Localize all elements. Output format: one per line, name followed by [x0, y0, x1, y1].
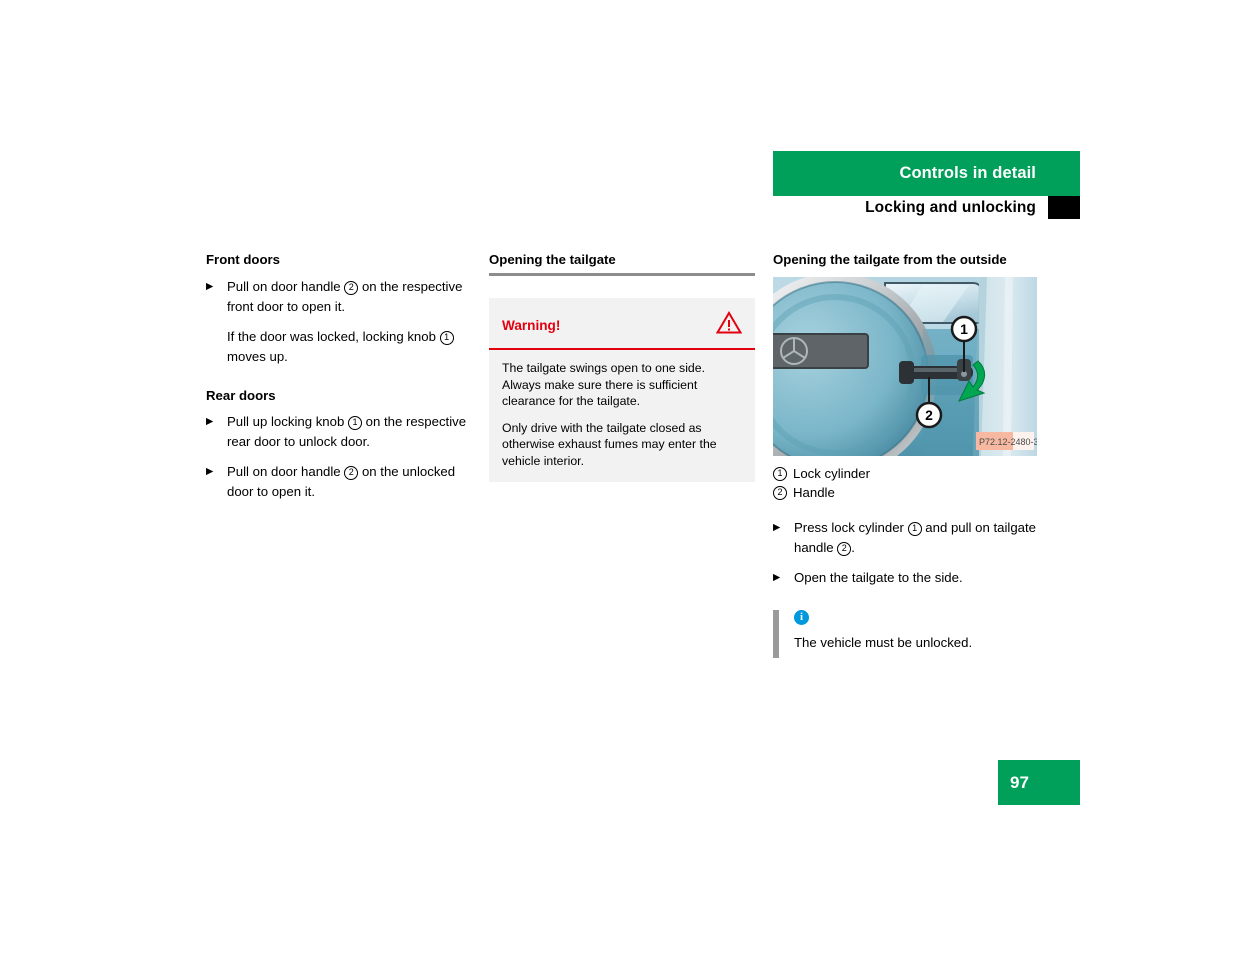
page-number-badge: 97 — [998, 760, 1080, 805]
warning-body: The tailgate swings open to one side. Al… — [489, 350, 755, 482]
header-title-bar: Controls in detail — [773, 151, 1080, 196]
opening-tailgate-heading: Opening the tailgate — [489, 252, 616, 267]
step-text: Pull up locking knob 1 on the respective… — [227, 414, 467, 449]
figure-image-id: P72.12-2480-31 — [979, 437, 1037, 447]
header-subtitle-bar: Locking and unlocking — [773, 196, 1080, 219]
figure-callout-2: 2 — [925, 407, 933, 423]
page-number: 97 — [1010, 772, 1029, 792]
list-item: ▶ Press lock cylinder 1 and pull on tail… — [773, 518, 1039, 557]
info-note-text: The vehicle must be unlocked. — [794, 634, 973, 650]
callout-number: 2 — [344, 281, 359, 295]
left-column: Front doors ▶ Pull on door handle 2 on t… — [206, 252, 472, 512]
info-note-bar — [773, 609, 779, 658]
legend-item: 1 Lock cylinder — [773, 464, 1039, 483]
figure-callout-1: 1 — [960, 321, 968, 337]
middle-column: Opening the tailgate Warning! The tailga… — [489, 252, 755, 482]
callout-number: 2 — [837, 541, 852, 556]
opening-tailgate-outside-heading: Opening the tailgate from the outside — [773, 252, 1007, 267]
step-text: Pull on door handle 2 on the respective … — [227, 279, 463, 314]
rear-doors-heading: Rear doors — [206, 388, 276, 403]
bullet-triangle-icon: ▶ — [206, 281, 214, 292]
bullet-triangle-icon: ▶ — [206, 466, 214, 477]
warning-title: Warning! — [502, 317, 561, 333]
front-doors-heading: Front doors — [206, 252, 280, 267]
bullet-triangle-icon: ▶ — [773, 572, 781, 583]
page-title: Controls in detail — [899, 164, 1036, 182]
front-doors-note: If the door was locked, locking knob 1 m… — [227, 327, 472, 366]
info-note: i The vehicle must be unlocked. — [773, 609, 1039, 658]
bullet-triangle-icon: ▶ — [773, 522, 781, 533]
chapter-tab-marker — [1048, 196, 1080, 219]
list-item: ▶ Pull on door handle 2 on the unlocked … — [206, 462, 472, 501]
step-text: Pull on door handle 2 on the unlocked do… — [227, 464, 456, 499]
warning-paragraph: The tailgate swings open to one side. Al… — [502, 361, 706, 408]
callout-number: 2 — [773, 486, 787, 500]
tailgate-illustration: 1 2 P72.12-2480-31 — [773, 277, 1037, 456]
bullet-triangle-icon: ▶ — [206, 416, 214, 427]
list-item: ▶ Pull up locking knob 1 on the respecti… — [206, 412, 472, 451]
step-text: Press lock cylinder 1 and pull on tailga… — [794, 520, 1036, 556]
page-header: Controls in detail Locking and unlocking — [773, 151, 1080, 219]
callout-number: 1 — [907, 522, 922, 536]
page-subtitle: Locking and unlocking — [865, 198, 1036, 216]
tailgate-figure: 1 2 P72.12-2480-31 — [773, 277, 1037, 456]
legend-item: 2 Handle — [773, 483, 1039, 502]
warning-triangle-icon — [715, 311, 743, 339]
warning-paragraph: Only drive with the tailgate closed as o… — [502, 420, 717, 468]
warning-box: Warning! The tailgate swings open to one… — [489, 298, 755, 482]
right-column: Opening the tailgate from the outside 1 … — [773, 252, 1039, 658]
warning-header: Warning! — [489, 298, 755, 350]
step-text: Open the tailgate to the side. — [794, 570, 963, 585]
info-icon: i — [794, 609, 809, 625]
callout-number: 1 — [439, 331, 454, 345]
list-item: ▶ Pull on door handle 2 on the respectiv… — [206, 277, 472, 316]
callout-number: 1 — [347, 416, 362, 430]
callout-number: 2 — [344, 466, 359, 480]
heading-rule — [489, 273, 755, 276]
callout-number: 1 — [773, 467, 787, 481]
list-item: ▶ Open the tailgate to the side. — [773, 568, 1039, 588]
legend-label: Handle — [793, 485, 835, 500]
legend-label: Lock cylinder — [793, 466, 870, 481]
figure-legend: 1 Lock cylinder 2 Handle — [773, 464, 1039, 502]
